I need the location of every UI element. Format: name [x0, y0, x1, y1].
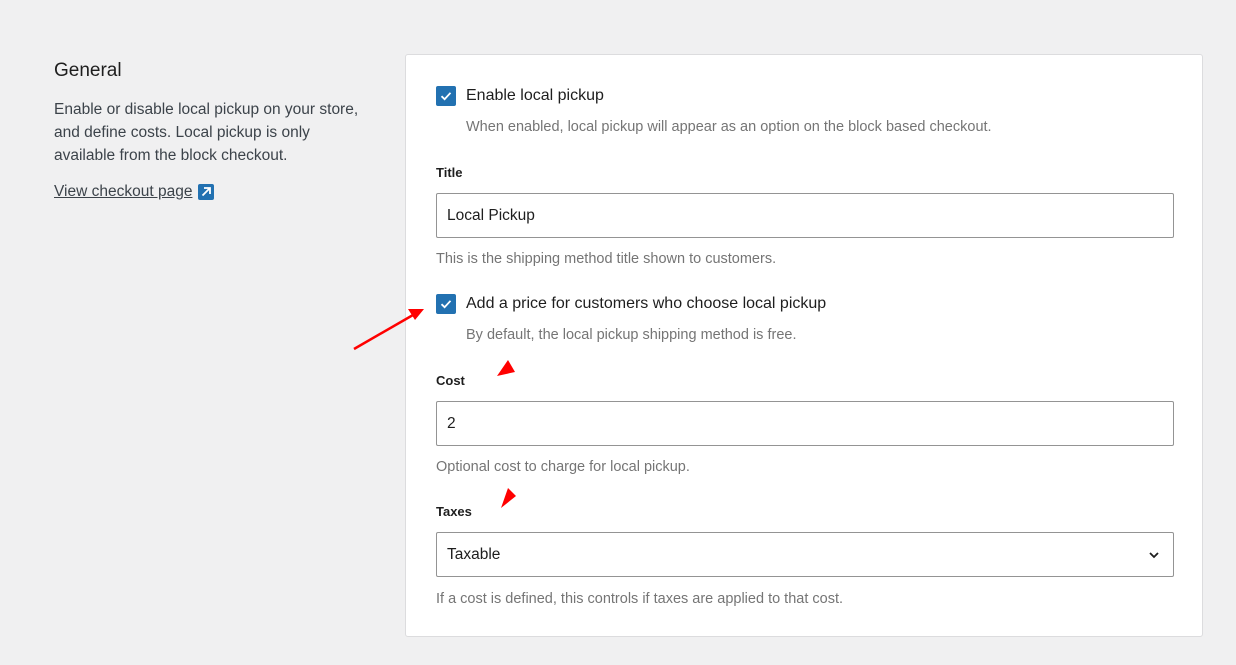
enable-pickup-checkbox[interactable] [436, 86, 456, 106]
title-input[interactable]: Local Pickup [436, 193, 1174, 238]
section-title: General [54, 60, 122, 81]
taxes-field-label: Taxes [436, 504, 472, 519]
section-intro: General Enable or disable local pickup o… [54, 58, 374, 203]
enable-pickup-row[interactable]: Enable local pickup [436, 86, 604, 106]
external-link-icon[interactable] [198, 184, 215, 200]
cost-input[interactable]: 2 [436, 401, 1174, 446]
title-field-label: Title [436, 165, 463, 180]
view-checkout-link[interactable]: View checkout page [54, 181, 192, 203]
settings-card: Enable local pickup When enabled, local … [405, 54, 1203, 637]
add-price-row[interactable]: Add a price for customers who choose loc… [436, 294, 826, 314]
add-price-label[interactable]: Add a price for customers who choose loc… [466, 295, 826, 313]
taxes-help: If a cost is defined, this controls if t… [436, 591, 844, 607]
section-description: Enable or disable local pickup on your s… [54, 101, 359, 164]
checkmark-icon [440, 92, 452, 101]
chevron-down-icon [1149, 552, 1159, 559]
title-help: This is the shipping method title shown … [436, 251, 777, 267]
cost-field-label: Cost [436, 373, 465, 388]
cost-help: Optional cost to charge for local pickup… [436, 459, 690, 475]
add-price-checkbox[interactable] [436, 294, 456, 314]
enable-pickup-help: When enabled, local pickup will appear a… [466, 119, 992, 135]
add-price-help: By default, the local pickup shipping me… [466, 327, 797, 343]
view-checkout-link-row: View checkout page [54, 181, 374, 203]
checkmark-icon [440, 300, 452, 309]
enable-pickup-label[interactable]: Enable local pickup [466, 87, 604, 105]
taxes-select[interactable]: Taxable [436, 532, 1174, 577]
taxes-select-value: Taxable [447, 545, 501, 563]
